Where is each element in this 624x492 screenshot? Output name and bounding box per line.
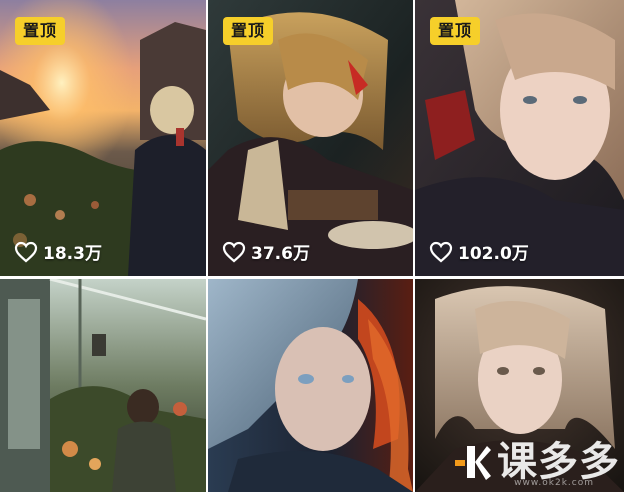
heart-icon xyxy=(222,241,246,262)
heart-icon xyxy=(429,241,453,262)
watermark: 课多多 xyxy=(451,442,620,482)
like-count: 18.3万 xyxy=(14,239,102,264)
video-tile[interactable]: 置顶 37.6万 xyxy=(208,0,413,276)
pinned-badge: 置顶 xyxy=(15,17,66,45)
video-tile[interactable] xyxy=(208,279,413,492)
watermark-text: 课多多 xyxy=(497,439,620,485)
video-tile[interactable] xyxy=(0,279,206,492)
like-count-text: 102.0万 xyxy=(458,244,529,264)
video-tile[interactable]: 置顶 102.0万 xyxy=(415,0,624,276)
like-count: 102.0万 xyxy=(429,239,529,264)
video-tile[interactable]: 置顶 18.3万 xyxy=(0,0,206,276)
thumbnail-image xyxy=(208,279,413,492)
video-tile[interactable]: 课多多 www.ok2k.com xyxy=(415,279,624,492)
brand-logo-icon xyxy=(455,446,491,480)
like-count-text: 37.6万 xyxy=(251,244,310,264)
video-grid: 置顶 18.3万 置顶 37.6万 置顶 102.0万 课多多 www.ok2k… xyxy=(0,0,624,492)
thumbnail-image xyxy=(0,279,206,492)
watermark-url: www.ok2k.com xyxy=(514,478,594,488)
pinned-badge: 置顶 xyxy=(430,17,481,45)
pinned-badge: 置顶 xyxy=(223,17,274,45)
like-count-text: 18.3万 xyxy=(43,244,102,264)
heart-icon xyxy=(14,241,38,262)
like-count: 37.6万 xyxy=(222,239,310,264)
